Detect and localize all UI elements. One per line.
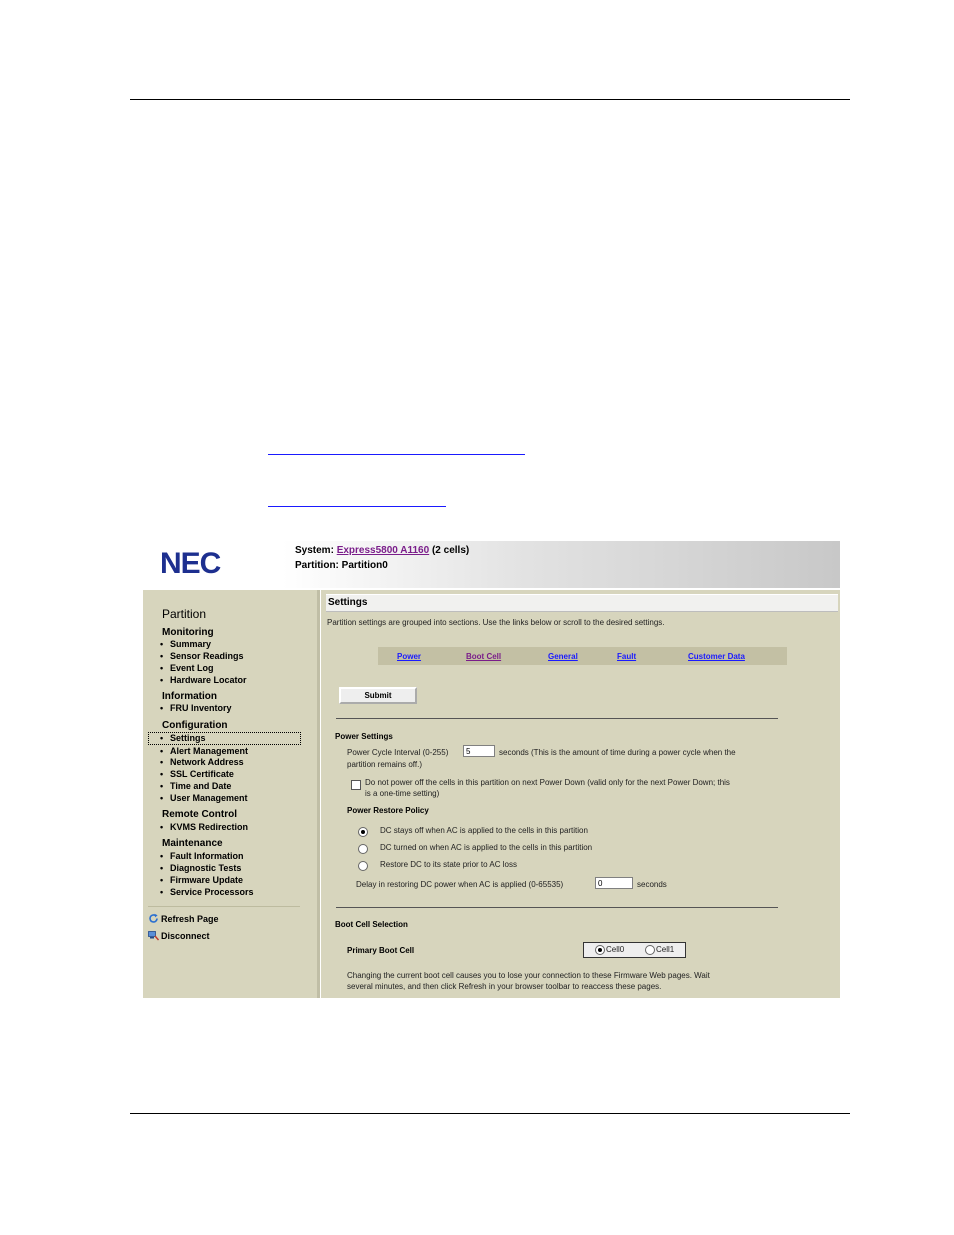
- restore-option-turn-on-radio[interactable]: [358, 844, 368, 854]
- brand-logo: NEC: [160, 547, 221, 580]
- document-link-underline-1[interactable]: [268, 454, 525, 455]
- sidebar-item-hardware-locator[interactable]: • Hardware Locator: [160, 675, 247, 685]
- sidebar-section-information: Information: [162, 691, 217, 702]
- sidebar-item-network-address[interactable]: • Network Address: [160, 757, 244, 767]
- system-line: System: Express5800 A1160 (2 cells): [295, 545, 469, 556]
- restore-delay-label: Delay in restoring DC power when AC is a…: [356, 880, 564, 889]
- sidebar-item-user-management[interactable]: • User Management: [160, 793, 248, 803]
- boot-cell0-radio[interactable]: [595, 945, 605, 955]
- refresh-icon: [148, 913, 159, 924]
- sidebar-title: Partition: [162, 607, 207, 621]
- restore-option-stay-off-radio[interactable]: [358, 827, 368, 837]
- sidebar-item-time-and-date[interactable]: • Time and Date: [160, 781, 231, 791]
- system-cells: (2 cells): [431, 545, 470, 556]
- section-nav: Power Boot Cell General Fault Customer D…: [378, 647, 787, 665]
- sidebar-item-event-log[interactable]: • Event Log: [160, 663, 214, 673]
- restore-option-turn-on-label: DC turned on when AC is applied to the c…: [380, 843, 593, 852]
- primary-boot-cell-label: Primary Boot Cell: [347, 946, 415, 955]
- page-bottom-rule: [130, 1113, 850, 1114]
- sidebar: Partition Monitoring • Summary • Sensor Re…: [143, 590, 320, 998]
- settings-title: Settings: [328, 597, 368, 608]
- sidebar-item-ssl-certificate[interactable]: • SSL Certificate: [160, 769, 234, 779]
- sidebar-item-alert-management[interactable]: • Alert Management: [160, 746, 248, 756]
- boot-cell-note-1: Changing the current boot cell causes yo…: [347, 971, 710, 980]
- partition-line: Partition: Partition0: [295, 560, 388, 571]
- nav-link-power[interactable]: Power: [397, 652, 421, 661]
- nav-link-general[interactable]: General: [548, 652, 578, 661]
- boot-cell1-label: Cell1: [656, 945, 675, 954]
- power-cycle-label: Power Cycle Interval (0-255): [347, 748, 449, 757]
- sidebar-item-diagnostic-tests[interactable]: • Diagnostic Tests: [160, 863, 241, 873]
- sidebar-item-sensor-readings[interactable]: • Sensor Readings: [160, 651, 244, 661]
- nav-link-boot-cell[interactable]: Boot Cell: [466, 652, 501, 661]
- firmware-web-screenshot: NEC System: Express5800 A1160 (2 cells) …: [143, 541, 840, 998]
- sidebar-item-fru-inventory[interactable]: • FRU Inventory: [160, 703, 232, 713]
- power-restore-heading: Power Restore Policy: [347, 806, 429, 815]
- divider-bottom: [336, 907, 778, 908]
- restore-delay-suffix: seconds: [637, 880, 667, 889]
- refresh-page-button[interactable]: Refresh Page: [148, 913, 219, 924]
- page-top-rule: [130, 99, 850, 100]
- primary-boot-cell-group: Cell0 Cell1: [583, 942, 686, 958]
- no-power-off-label-2: is a one-time setting): [365, 789, 440, 798]
- document-link-underline-2[interactable]: [268, 506, 446, 507]
- sidebar-section-configuration: Configuration: [162, 720, 228, 731]
- sidebar-item-settings[interactable]: • Settings: [160, 733, 206, 743]
- sidebar-section-monitoring: Monitoring: [162, 627, 214, 638]
- no-power-off-label-1: Do not power off the cells in this parti…: [365, 778, 730, 787]
- sidebar-item-fault-information[interactable]: • Fault Information: [160, 851, 244, 861]
- sidebar-item-summary[interactable]: • Summary: [160, 639, 211, 649]
- disconnect-button[interactable]: Disconnect: [148, 930, 210, 941]
- system-label: System:: [295, 545, 334, 556]
- boot-cell-heading: Boot Cell Selection: [335, 920, 408, 929]
- restore-option-stay-off-label: DC stays off when AC is applied to the c…: [380, 826, 588, 835]
- restore-delay-input[interactable]: 0: [595, 877, 633, 889]
- settings-title-bar: Settings: [326, 594, 838, 612]
- submit-button[interactable]: Submit: [339, 687, 417, 704]
- system-name-link[interactable]: Express5800 A1160: [337, 545, 430, 556]
- power-cycle-suffix-1: seconds (This is the amount of time duri…: [499, 748, 736, 757]
- nav-link-customer-data[interactable]: Customer Data: [688, 652, 745, 661]
- disconnect-icon: [148, 930, 160, 941]
- no-power-off-checkbox[interactable]: [351, 780, 361, 790]
- power-settings-heading: Power Settings: [335, 732, 393, 741]
- power-cycle-input[interactable]: 5: [463, 745, 495, 757]
- divider-top: [336, 718, 778, 719]
- nav-link-fault[interactable]: Fault: [617, 652, 636, 661]
- boot-cell1-radio[interactable]: [645, 945, 655, 955]
- sidebar-divider: [148, 906, 300, 907]
- boot-cell-note-2: several minutes, and then click Refresh …: [347, 982, 662, 991]
- sidebar-section-maintenance: Maintenance: [162, 838, 223, 849]
- settings-intro: Partition settings are grouped into sect…: [327, 618, 665, 627]
- sidebar-item-firmware-update[interactable]: • Firmware Update: [160, 875, 243, 885]
- sidebar-section-remote-control: Remote Control: [162, 809, 237, 820]
- header-bar: NEC System: Express5800 A1160 (2 cells) …: [143, 541, 840, 588]
- main-content: Settings Partition settings are grouped …: [321, 590, 840, 998]
- sidebar-item-service-processors[interactable]: • Service Processors: [160, 887, 254, 897]
- power-cycle-suffix-2: partition remains off.): [347, 760, 422, 769]
- boot-cell0-label: Cell0: [606, 945, 625, 954]
- sidebar-item-kvms-redirection[interactable]: • KVMS Redirection: [160, 822, 248, 832]
- restore-option-prior-state-radio[interactable]: [358, 861, 368, 871]
- restore-option-prior-state-label: Restore DC to its state prior to AC loss: [380, 860, 517, 869]
